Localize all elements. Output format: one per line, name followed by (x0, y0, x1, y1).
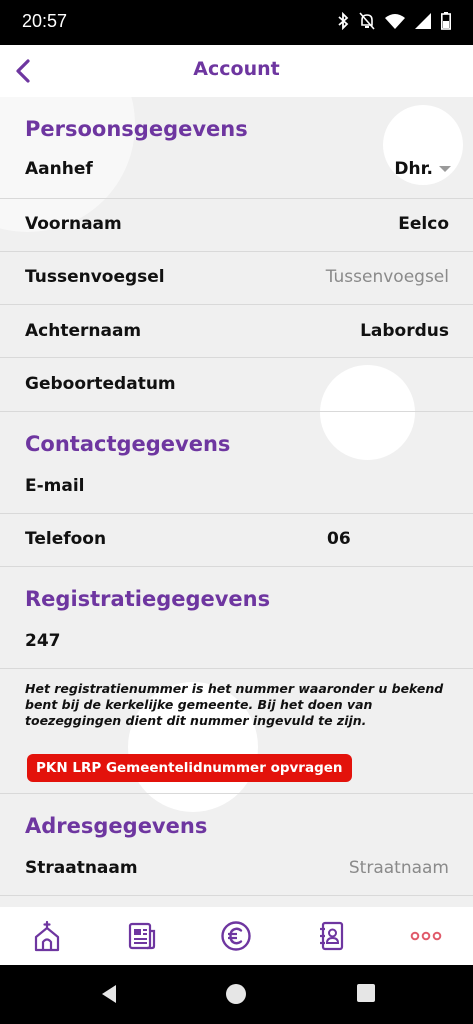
status-bar: 20:57 (0, 0, 473, 45)
infix-field[interactable]: Tussenvoegsel (326, 267, 449, 287)
page-title: Account (193, 58, 280, 80)
salutation-label: Aanhef (25, 159, 93, 179)
signal-icon (415, 13, 431, 29)
last-name-label: Achternaam (25, 321, 142, 341)
divider (0, 357, 473, 358)
section-title-personal: Persoonsgegevens (25, 117, 248, 141)
news-icon (128, 922, 155, 950)
divider (0, 793, 473, 794)
registration-number[interactable]: 247 (25, 631, 61, 651)
church-icon (35, 920, 60, 952)
bluetooth-icon (338, 12, 349, 30)
account-form[interactable]: Persoonsgegevens Aanhef Dhr. Voornaam Ee… (0, 97, 473, 907)
mute-bell-icon (359, 12, 375, 30)
system-navigation-bar (0, 965, 473, 1024)
app-header: Account (0, 45, 473, 97)
street-field[interactable]: Straatnaam (349, 858, 449, 878)
system-home-icon[interactable] (225, 983, 247, 1005)
divider (0, 566, 473, 567)
bottom-nav (0, 907, 473, 965)
system-recents-icon[interactable] (356, 983, 376, 1003)
contacts-icon (320, 921, 344, 951)
last-name-field[interactable]: Labordus (360, 321, 449, 341)
wifi-icon (385, 14, 405, 29)
divider (0, 411, 473, 412)
divider (0, 251, 473, 252)
decorative-circle (320, 365, 415, 460)
nav-item-contacts[interactable] (306, 911, 356, 961)
dropdown-arrow-icon (439, 166, 451, 172)
section-title-contact: Contactgegevens (25, 432, 231, 456)
more-dots-icon (410, 931, 441, 941)
nav-item-giving[interactable] (211, 911, 261, 961)
salutation-select[interactable]: Dhr. (394, 159, 451, 179)
status-time: 20:57 (22, 11, 68, 31)
phone-field[interactable]: 06 (327, 529, 351, 549)
first-name-label: Voornaam (25, 214, 122, 234)
nav-item-more[interactable] (401, 911, 451, 961)
divider (0, 198, 473, 199)
phone-label: Telefoon (25, 529, 107, 549)
section-title-registration: Registratiegegevens (25, 587, 271, 611)
divider (0, 668, 473, 669)
nav-item-church[interactable] (22, 911, 72, 961)
first-name-field[interactable]: Eelco (398, 214, 449, 234)
registration-note: Het registratienummer is het nummer waar… (25, 681, 444, 728)
system-back-icon[interactable] (98, 983, 120, 1005)
divider (0, 895, 473, 896)
birthdate-label: Geboortedatum (25, 374, 176, 394)
battery-icon (441, 12, 451, 30)
status-icons (337, 12, 451, 30)
request-member-number-button[interactable]: PKN LRP Gemeentelidnummer opvragen (27, 754, 352, 782)
street-label: Straatnaam (25, 858, 138, 878)
section-title-address: Adresgegevens (25, 814, 208, 838)
salutation-value: Dhr. (394, 159, 433, 179)
email-label: E-mail (25, 476, 85, 496)
nav-item-news[interactable] (117, 911, 167, 961)
divider (0, 304, 473, 305)
euro-icon (221, 921, 252, 951)
divider (0, 513, 473, 514)
infix-label: Tussenvoegsel (25, 267, 165, 287)
